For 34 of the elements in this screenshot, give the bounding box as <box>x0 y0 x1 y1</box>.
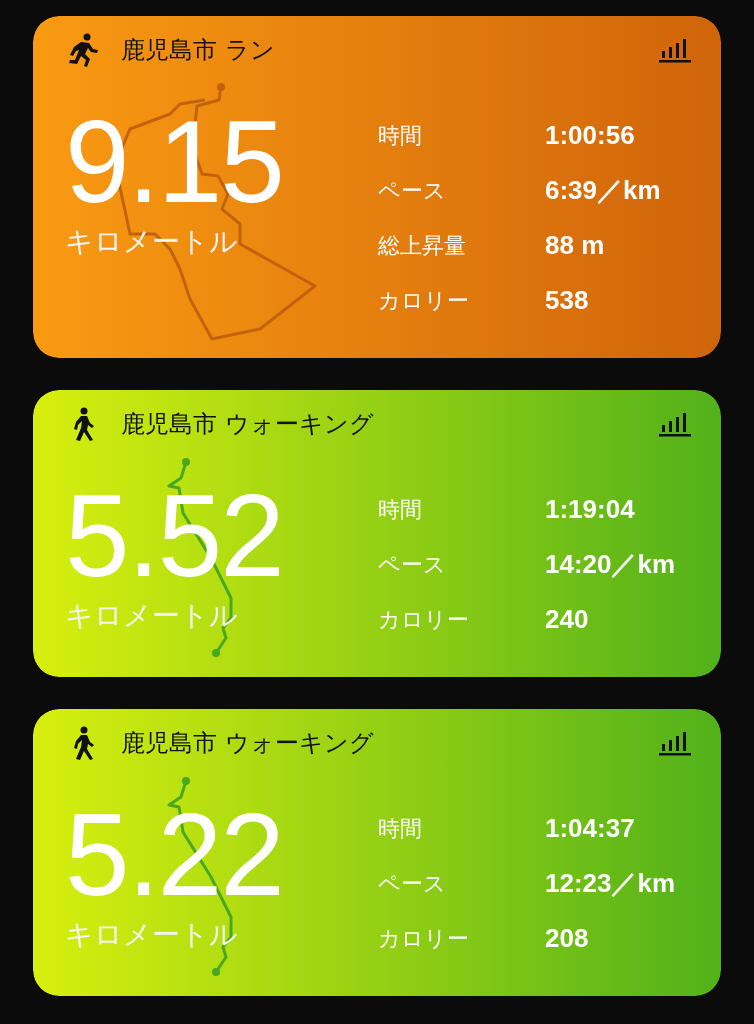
stat-value: 88 m <box>545 230 606 261</box>
distance-unit: キロメートル <box>65 598 239 634</box>
bar-chart-icon[interactable] <box>659 37 691 63</box>
distance-unit: キロメートル <box>65 224 239 260</box>
running-figure-icon <box>67 32 99 68</box>
stat-value: 240 <box>545 604 590 635</box>
stat-label: ペース <box>378 869 447 898</box>
workout-title: 鹿児島市 ラン <box>121 35 276 66</box>
stat-value: 538 <box>545 285 590 316</box>
card-background[interactable] <box>33 16 721 358</box>
workout-title: 鹿児島市 ウォーキング <box>121 728 375 759</box>
stat-value: 208 <box>545 923 590 954</box>
stat-label: 時間 <box>378 121 423 150</box>
stat-label: カロリー <box>378 286 470 315</box>
stat-value: 6:39／km <box>545 174 661 207</box>
stat-label: ペース <box>378 550 447 579</box>
distance-value: 5.22 <box>65 797 283 913</box>
stat-value: 1:19:04 <box>545 494 636 525</box>
distance-value: 5.52 <box>65 478 283 594</box>
stat-label: カロリー <box>378 924 470 953</box>
stat-label: 時間 <box>378 495 423 524</box>
stat-label: 総上昇量 <box>378 231 467 260</box>
stat-label: ペース <box>378 176 447 205</box>
stat-value: 14:20／km <box>545 548 676 581</box>
stat-label: 時間 <box>378 814 423 843</box>
stat-value: 1:00:56 <box>545 120 636 151</box>
bar-chart-icon[interactable] <box>659 411 691 437</box>
distance-value: 9.15 <box>65 104 283 220</box>
stat-label: カロリー <box>378 605 470 634</box>
stat-value: 1:04:37 <box>545 813 636 844</box>
stat-value: 12:23／km <box>545 867 676 900</box>
distance-unit: キロメートル <box>65 917 239 953</box>
bar-chart-icon[interactable] <box>659 730 691 756</box>
workout-title: 鹿児島市 ウォーキング <box>121 409 375 440</box>
